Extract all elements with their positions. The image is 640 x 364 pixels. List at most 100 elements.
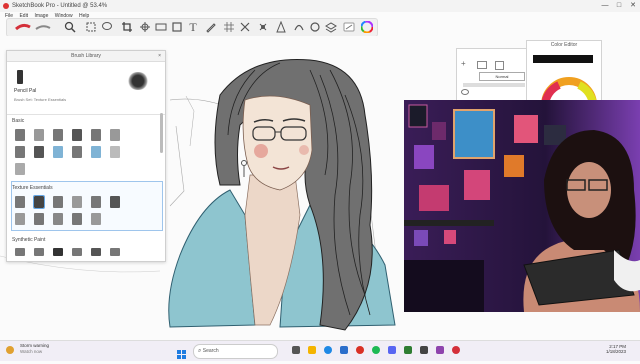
brush-item[interactable] — [53, 129, 63, 141]
panel-scrollbar[interactable] — [160, 113, 163, 153]
brush-item[interactable] — [72, 248, 82, 256]
layer-editor-panel: + Normal — [456, 48, 534, 107]
brush-item[interactable] — [91, 146, 101, 158]
search-icon: ⌕ — [198, 348, 202, 354]
weather-icon[interactable] — [6, 346, 14, 354]
selected-brush-name: Pencil Pal — [14, 88, 37, 94]
current-color-swatch[interactable] — [533, 55, 593, 63]
brush-item[interactable] — [53, 213, 63, 225]
start-button[interactable] — [177, 346, 186, 359]
weather-subtext: Watch now — [20, 349, 43, 354]
panel-close-icon[interactable]: × — [158, 51, 161, 61]
twitch-icon[interactable] — [436, 346, 444, 354]
brush-item[interactable] — [110, 196, 120, 208]
brush-library-panel: Brush Library × Pencil Pal Brush Set: Te… — [6, 50, 166, 262]
curve-icon[interactable] — [293, 21, 305, 33]
grid-icon[interactable] — [223, 21, 235, 33]
layer-visibility-icon[interactable] — [461, 89, 469, 95]
section-basic-label: Basic — [12, 118, 25, 124]
obs-icon[interactable] — [420, 346, 428, 354]
symmetry-icon[interactable] — [239, 21, 251, 33]
brush-item[interactable] — [91, 213, 101, 225]
windows-taskbar: Storm warning Watch now ⌕ Search 2:17 PM… — [0, 340, 640, 361]
brush-item[interactable] — [15, 248, 25, 256]
selected-brush-set: Brush Set: Texture Essentials — [14, 97, 67, 102]
brush-item[interactable] — [15, 213, 25, 225]
brush-item[interactable] — [15, 129, 25, 141]
search-icon[interactable] — [64, 21, 76, 33]
layers-icon[interactable] — [325, 21, 337, 33]
edge-browser-icon[interactable] — [324, 346, 332, 354]
brush-swatch-icon[interactable] — [343, 21, 355, 33]
brush-item[interactable] — [34, 213, 44, 225]
select-icon[interactable] — [85, 21, 97, 33]
sketchbook-taskbar-icon[interactable] — [452, 346, 460, 354]
brush-library-title: Brush Library × — [7, 51, 165, 62]
color-editor-panel: Color Editor — [526, 40, 602, 107]
gray-brush-preset-icon[interactable] — [35, 21, 51, 33]
brush-item[interactable] — [15, 163, 25, 175]
section-texture-essentials-label: Texture Essentials — [12, 185, 53, 191]
discord-icon[interactable] — [388, 346, 396, 354]
pen-icon[interactable] — [205, 21, 217, 33]
layer-options-icon[interactable] — [495, 61, 504, 70]
webcam-scene — [404, 100, 640, 312]
brush-library-title-text: Brush Library — [71, 53, 101, 59]
brush-item[interactable] — [91, 129, 101, 141]
lasso-icon[interactable] — [101, 21, 113, 33]
blend-mode-select[interactable]: Normal — [479, 72, 525, 81]
fill-icon[interactable] — [257, 21, 269, 33]
system-clock[interactable]: 2:17 PM 1/18/2023 — [606, 344, 626, 354]
weather-widget[interactable]: Storm warning Watch now — [20, 343, 49, 355]
brush-item[interactable] — [72, 213, 82, 225]
ellipse-icon[interactable] — [309, 21, 321, 33]
brush-item[interactable] — [53, 196, 63, 208]
taskbar-search[interactable]: ⌕ Search — [193, 344, 278, 359]
layer-folder-icon[interactable] — [477, 61, 487, 69]
red-brush-preset-icon[interactable] — [15, 21, 31, 33]
app-icon[interactable] — [404, 346, 412, 354]
brush-item-selected[interactable] — [33, 195, 45, 209]
brush-item[interactable] — [34, 248, 44, 256]
minimize-button[interactable]: — — [598, 0, 612, 12]
pencil-brush-icon — [17, 70, 23, 84]
brush-item[interactable] — [110, 248, 120, 256]
maximize-button[interactable]: □ — [612, 0, 626, 12]
brush-item[interactable] — [34, 129, 44, 141]
window-title: SketchBook Pro - Untitled @ 53.4% — [12, 3, 108, 9]
clock-date: 1/18/2023 — [606, 349, 627, 354]
spotify-icon[interactable] — [372, 346, 380, 354]
sketchbook-logo-icon — [3, 3, 9, 9]
task-view-icon[interactable] — [292, 346, 300, 354]
brush-item[interactable] — [91, 196, 101, 208]
perspective-icon[interactable] — [275, 20, 287, 33]
file-explorer-icon[interactable] — [308, 346, 316, 354]
transform-icon[interactable] — [139, 21, 151, 33]
brush-item[interactable] — [53, 248, 63, 256]
brush-item[interactable] — [53, 146, 63, 158]
brush-item[interactable] — [91, 248, 101, 256]
store-icon[interactable] — [340, 346, 348, 354]
crop-icon[interactable] — [121, 21, 133, 33]
color-wheel-icon[interactable] — [360, 20, 374, 34]
opacity-slider[interactable] — [463, 83, 525, 87]
brush-item[interactable] — [110, 146, 120, 158]
ruler-icon[interactable] — [155, 21, 167, 33]
brush-item[interactable] — [72, 196, 82, 208]
chrome-icon[interactable] — [356, 346, 364, 354]
selected-brush-preview: Pencil Pal Brush Set: Texture Essentials — [7, 62, 165, 115]
brush-item[interactable] — [110, 129, 120, 141]
add-layer-icon[interactable]: + — [461, 59, 466, 68]
rectangle-icon[interactable] — [171, 21, 183, 33]
brush-item[interactable] — [34, 146, 44, 158]
brush-item[interactable] — [72, 146, 82, 158]
brush-item[interactable] — [15, 196, 25, 208]
close-button[interactable]: ✕ — [626, 0, 640, 12]
title-bar: SketchBook Pro - Untitled @ 53.4% — □ ✕ — [0, 0, 640, 12]
color-editor-title: Color Editor — [550, 42, 578, 48]
text-tool-icon[interactable]: T — [187, 21, 199, 33]
section-synthetic-paint-label: Synthetic Paint — [12, 237, 46, 243]
brush-item[interactable] — [72, 129, 82, 141]
brush-item[interactable] — [15, 146, 25, 158]
search-placeholder: Search — [202, 348, 219, 354]
